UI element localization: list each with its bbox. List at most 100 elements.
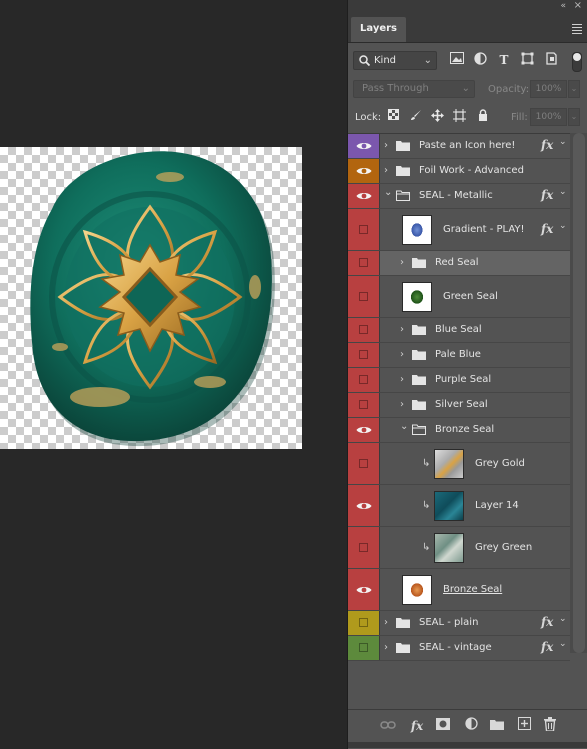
fill-field[interactable]: 100% xyxy=(530,108,567,126)
layer-thumbnail[interactable] xyxy=(402,214,432,245)
layer-group-row[interactable]: ⌄ SEAL - Metallic fx ⌄ xyxy=(348,184,570,209)
chevron-down-icon[interactable]: ⌄ xyxy=(384,187,392,198)
layer-row[interactable]: ↳ Layer 14 xyxy=(348,485,570,527)
panel-resize-grip[interactable] xyxy=(348,742,587,748)
chevron-right-icon[interactable]: › xyxy=(384,140,388,151)
lock-artboard-icon[interactable] xyxy=(452,109,467,124)
visibility-toggle[interactable] xyxy=(348,134,380,158)
blend-mode-select[interactable]: Pass Through ⌄ xyxy=(353,80,475,98)
visibility-toggle[interactable] xyxy=(348,636,380,660)
chevron-right-icon[interactable]: › xyxy=(400,374,404,385)
opacity-field[interactable]: 100% xyxy=(530,80,567,98)
layer-name: Layer 14 xyxy=(475,499,519,511)
visibility-toggle[interactable] xyxy=(348,443,380,484)
close-panel-icon[interactable]: × xyxy=(574,0,582,11)
layer-thumbnail[interactable] xyxy=(434,532,464,563)
layer-group-row[interactable]: › Blue Seal xyxy=(348,318,570,343)
visibility-toggle[interactable] xyxy=(348,611,380,635)
chevron-right-icon[interactable]: › xyxy=(384,617,388,628)
folder-icon xyxy=(396,166,410,176)
fill-dropdown-icon[interactable]: ⌄ xyxy=(568,108,580,126)
layer-group-row[interactable]: › Paste an Icon here! fx ⌄ xyxy=(348,134,570,159)
collapse-icon[interactable]: « xyxy=(560,1,566,11)
layer-thumbnail[interactable] xyxy=(402,574,432,605)
effects-expand-icon[interactable]: ⌄ xyxy=(559,614,567,624)
new-layer-icon[interactable] xyxy=(515,717,533,735)
layer-group-row[interactable]: › Foil Work - Advanced xyxy=(348,159,570,184)
layer-effects-icon[interactable]: fx xyxy=(541,188,553,202)
link-layers-icon[interactable] xyxy=(379,717,397,735)
layer-group-row[interactable]: › Red Seal xyxy=(348,251,570,276)
filter-kind-select[interactable]: Kind ⌄ xyxy=(353,51,437,70)
layer-row[interactable]: Green Seal xyxy=(348,276,570,318)
opacity-label: Opacity: xyxy=(488,84,530,95)
chevron-right-icon[interactable]: › xyxy=(384,642,388,653)
layer-group-row[interactable]: › Pale Blue xyxy=(348,343,570,368)
scroll-thumb[interactable] xyxy=(573,133,585,653)
chevron-down-icon[interactable]: ⌄ xyxy=(400,421,408,432)
layer-group-row[interactable]: ⌄ Bronze Seal xyxy=(348,418,570,443)
chevron-right-icon[interactable]: › xyxy=(400,399,404,410)
layer-group-row[interactable]: › SEAL - plain fx ⌄ xyxy=(348,611,570,636)
panel-footer: fx xyxy=(348,709,587,748)
type-filter-icon[interactable]: T xyxy=(496,52,512,68)
lock-pixels-brush-icon[interactable] xyxy=(408,109,423,124)
effects-expand-icon[interactable]: ⌄ xyxy=(559,221,567,231)
smart-object-filter-icon[interactable] xyxy=(543,52,559,68)
tab-layers[interactable]: Layers xyxy=(351,17,406,42)
visibility-toggle[interactable] xyxy=(348,209,380,250)
hidden-checkbox-icon xyxy=(359,375,368,384)
layer-group-row[interactable]: › SEAL - vintage fx ⌄ xyxy=(348,636,570,661)
opacity-dropdown-icon[interactable]: ⌄ xyxy=(568,80,580,98)
adjustment-layer-icon[interactable] xyxy=(462,717,480,735)
visibility-toggle[interactable] xyxy=(348,276,380,317)
image-filter-icon[interactable] xyxy=(449,52,465,68)
visibility-toggle[interactable] xyxy=(348,184,380,208)
visibility-toggle[interactable] xyxy=(348,569,380,610)
visibility-toggle[interactable] xyxy=(348,485,380,526)
delete-layer-icon[interactable] xyxy=(541,717,559,735)
visibility-toggle[interactable] xyxy=(348,251,380,275)
chevron-right-icon[interactable]: › xyxy=(400,257,404,268)
layer-thumbnail[interactable] xyxy=(434,448,464,479)
layer-group-row[interactable]: › Silver Seal xyxy=(348,393,570,418)
layer-row[interactable]: ↳ Grey Green xyxy=(348,527,570,569)
layer-row[interactable]: Gradient - PLAY! fx ⌄ xyxy=(348,209,570,251)
layer-group-row[interactable]: › Purple Seal xyxy=(348,368,570,393)
visibility-toggle[interactable] xyxy=(348,418,380,442)
visibility-toggle[interactable] xyxy=(348,527,380,568)
effects-expand-icon[interactable]: ⌄ xyxy=(559,639,567,649)
new-group-icon[interactable] xyxy=(488,717,506,735)
visibility-toggle[interactable] xyxy=(348,343,380,367)
chevron-right-icon[interactable]: › xyxy=(400,349,404,360)
hidden-checkbox-icon xyxy=(359,291,368,301)
lock-all-icon[interactable] xyxy=(475,109,490,124)
effects-expand-icon[interactable]: ⌄ xyxy=(559,137,567,147)
layer-effects-icon[interactable]: fx xyxy=(541,640,553,654)
shape-filter-icon[interactable] xyxy=(519,52,535,68)
chevron-right-icon[interactable]: › xyxy=(400,324,404,335)
adjustment-filter-icon[interactable] xyxy=(472,52,488,68)
layer-thumbnail[interactable] xyxy=(402,281,432,312)
visibility-toggle[interactable] xyxy=(348,159,380,183)
panel-menu-icon[interactable] xyxy=(572,24,582,36)
chevron-right-icon[interactable]: › xyxy=(384,165,388,176)
layer-row[interactable]: ↳ Grey Gold xyxy=(348,443,570,485)
effects-expand-icon[interactable]: ⌄ xyxy=(559,187,567,197)
add-style-icon[interactable]: fx xyxy=(408,717,426,735)
panel-collapse-bar[interactable]: « × xyxy=(348,0,587,14)
lock-transparency-icon[interactable] xyxy=(386,109,401,124)
layers-scrollbar[interactable] xyxy=(570,133,587,653)
document-canvas[interactable] xyxy=(0,147,302,449)
lock-position-move-icon[interactable] xyxy=(430,109,445,124)
filter-toggle-switch[interactable] xyxy=(572,52,582,72)
layer-effects-icon[interactable]: fx xyxy=(541,138,553,152)
add-mask-icon[interactable] xyxy=(434,717,452,735)
layer-thumbnail[interactable] xyxy=(434,490,464,521)
layer-row[interactable]: Bronze Seal xyxy=(348,569,570,611)
visibility-toggle[interactable] xyxy=(348,318,380,342)
layer-effects-icon[interactable]: fx xyxy=(541,615,553,629)
visibility-toggle[interactable] xyxy=(348,368,380,392)
layer-effects-icon[interactable]: fx xyxy=(541,222,553,236)
visibility-toggle[interactable] xyxy=(348,393,380,417)
